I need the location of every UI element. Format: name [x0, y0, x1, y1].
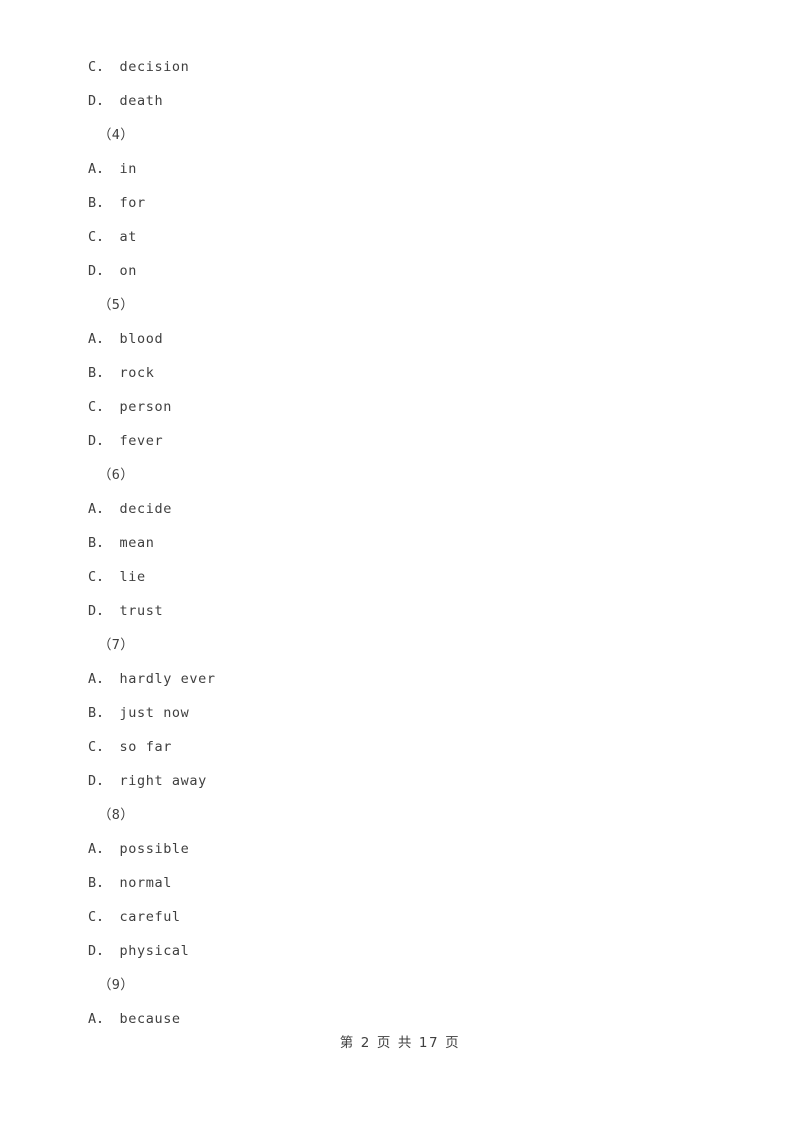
answer-option: C． careful	[88, 909, 181, 925]
answer-option: B． rock	[88, 365, 155, 381]
answer-option: B． just now	[88, 705, 190, 721]
answer-option: C． person	[88, 399, 172, 415]
answer-option: D． trust	[88, 603, 164, 619]
answer-option: A． decide	[88, 501, 172, 517]
question-group-label: （6）	[98, 467, 135, 483]
answer-option: D． fever	[88, 433, 164, 449]
answer-option: C． so far	[88, 739, 172, 755]
page-footer: 第 2 页 共 17 页	[339, 1035, 461, 1051]
question-group-label: （5）	[98, 297, 135, 313]
document-page: C． decision D． death （4） A． in B． for C． at D．…	[0, 0, 800, 1132]
answer-option: D． on	[88, 263, 138, 279]
question-group-label: （4）	[98, 127, 135, 143]
question-options-list: C． decision D． death （4） A． in B． for C． at D．…	[88, 50, 708, 1036]
answer-option: C． lie	[88, 569, 146, 585]
answer-option: A． possible	[88, 841, 190, 857]
question-group-label: （8）	[98, 807, 135, 823]
answer-option: A． hardly ever	[88, 671, 216, 687]
answer-option: B． mean	[88, 535, 155, 551]
answer-option: C． decision	[88, 59, 190, 75]
answer-option: D． physical	[88, 943, 190, 959]
answer-option: B． normal	[88, 875, 172, 891]
answer-option: A． in	[88, 161, 138, 177]
question-group-label: （9）	[98, 977, 135, 993]
answer-option: B． for	[88, 195, 146, 211]
answer-option: A． blood	[88, 331, 164, 347]
answer-option: C． at	[88, 229, 138, 245]
answer-option: D． death	[88, 93, 164, 109]
answer-option: D． right away	[88, 773, 207, 789]
question-group-label: （7）	[98, 637, 135, 653]
